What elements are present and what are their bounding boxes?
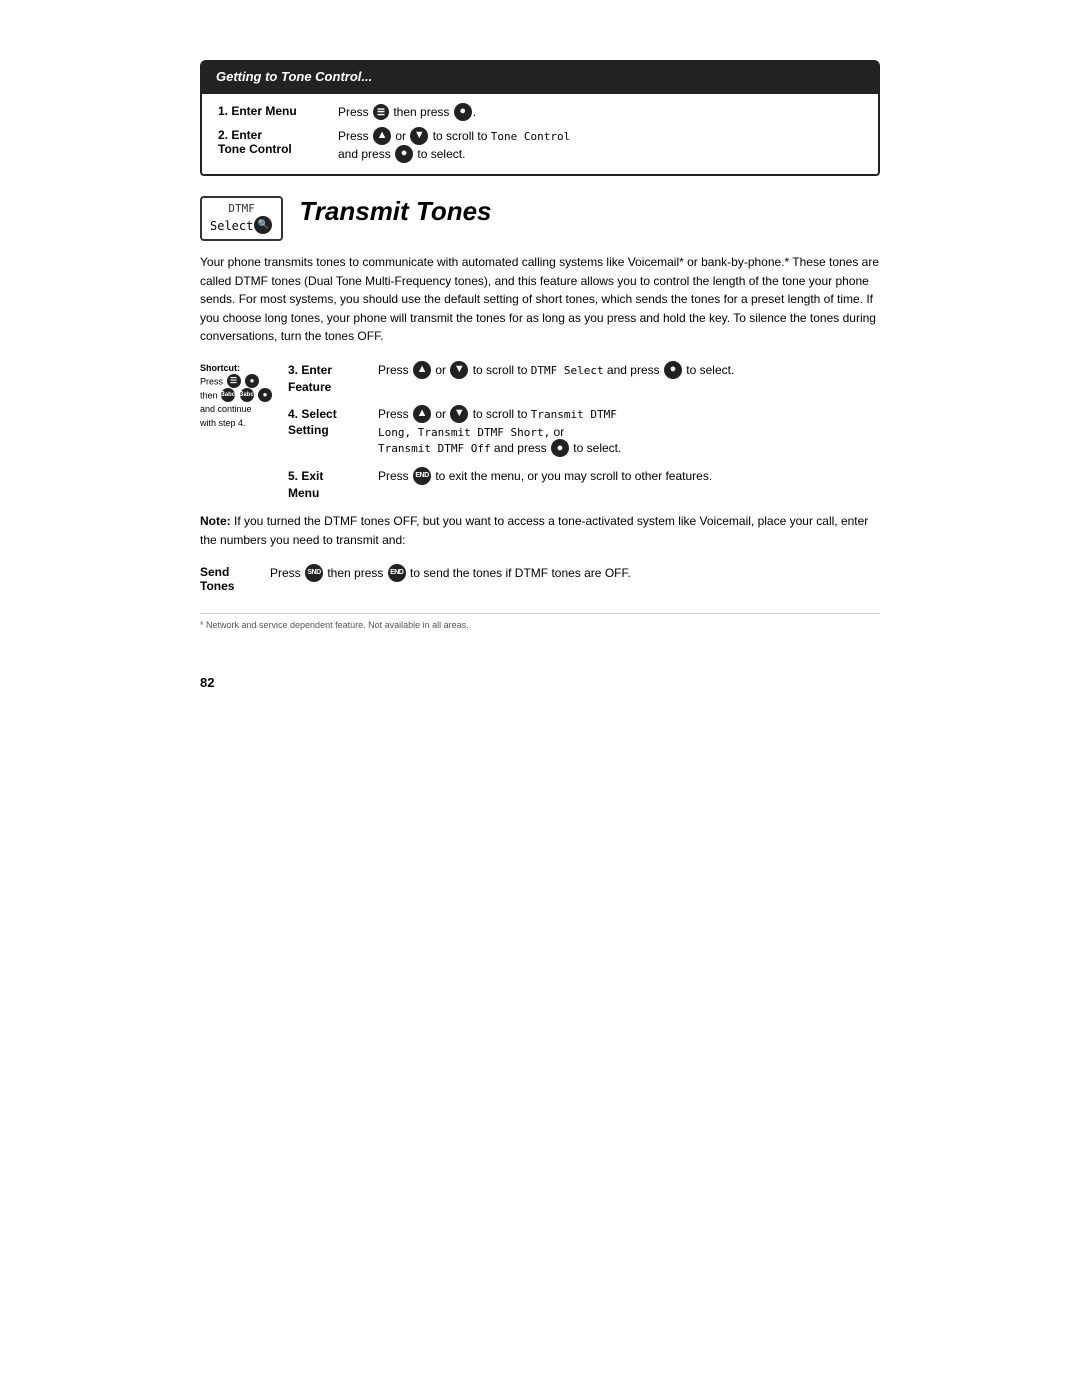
shortcut-line3: and continue — [200, 403, 280, 417]
shortcut-steps-area: Shortcut: Press ☰ ● then 3abc 3abc ● and… — [200, 362, 880, 512]
shortcut-line4: with step 4. — [200, 417, 280, 431]
send-content: Press SND then press END to send the ton… — [270, 565, 880, 583]
dtmf-select-row: Select 🔍 — [210, 217, 273, 235]
step-3-row: 3. EnterFeature Press ▲ or ▼ to scroll t… — [288, 362, 880, 396]
down-icon: ▼ — [410, 127, 428, 145]
send-end-icon: END — [388, 564, 406, 582]
menu-icon: ☰ — [373, 104, 389, 120]
step5-end-icon: END — [413, 467, 431, 485]
step3-down-icon: ▼ — [450, 361, 468, 379]
shortcut-3b-icon: 3abc — [240, 388, 254, 402]
getting-step-2-label: 2. EnterTone Control — [218, 128, 338, 156]
send-label: SendTones — [200, 565, 270, 593]
shortcut-menu-icon: ☰ — [227, 374, 241, 388]
dtmf-label: DTMF — [210, 202, 273, 215]
getting-step-1: 1. Enter Menu Press ☰ then press ●. — [218, 104, 862, 122]
step3-ok-icon: ● — [664, 361, 682, 379]
page-number: 82 — [200, 675, 214, 690]
dtmf-box: DTMF Select 🔍 — [200, 196, 283, 241]
shortcut-line1: Press ☰ ● — [200, 375, 280, 389]
shortcut-line2: then 3abc 3abc ● — [200, 389, 280, 403]
getting-to-box: Getting to Tone Control... 1. Enter Menu… — [200, 60, 880, 176]
send-icon: SND — [305, 564, 323, 582]
up-icon: ▲ — [373, 127, 391, 145]
dtmf-select-label: Select — [210, 219, 253, 233]
getting-step-2: 2. EnterTone Control Press ▲ or ▼ to scr… — [218, 128, 862, 164]
section-header: DTMF Select 🔍 Transmit Tones — [200, 196, 880, 241]
step-3-content: Press ▲ or ▼ to scroll to DTMF Select an… — [378, 362, 880, 380]
body-text: Your phone transmits tones to communicat… — [200, 253, 880, 346]
steps-area: 3. EnterFeature Press ▲ or ▼ to scroll t… — [288, 362, 880, 512]
ok-icon-1: ● — [454, 103, 472, 121]
getting-step-1-label: 1. Enter Menu — [218, 104, 338, 118]
dtmf-search-icon: 🔍 — [254, 216, 272, 234]
step-4-content: Press ▲ or ▼ to scroll to Transmit DTMFL… — [378, 406, 880, 459]
section-title: Transmit Tones — [299, 196, 880, 227]
step-5-row: 5. ExitMenu Press END to exit the menu, … — [288, 468, 880, 502]
shortcut-ok2-icon: ● — [258, 388, 272, 402]
note-text: Note: If you turned the DTMF tones OFF, … — [200, 512, 880, 549]
getting-step-2-desc: Press ▲ or ▼ to scroll to Tone Controlan… — [338, 128, 862, 164]
shortcut-3a-icon: 3abc — [221, 388, 235, 402]
page-content: Getting to Tone Control... 1. Enter Menu… — [200, 60, 880, 630]
getting-step-1-desc: Press ☰ then press ●. — [338, 104, 862, 122]
step-3-label: 3. EnterFeature — [288, 362, 378, 396]
shortcut-ok-icon: ● — [245, 374, 259, 388]
step4-ok-icon: ● — [551, 439, 569, 457]
step-4-label: 4. SelectSetting — [288, 406, 378, 440]
ok-icon-2: ● — [395, 145, 413, 163]
step-5-label: 5. ExitMenu — [288, 468, 378, 502]
send-tones-row: SendTones Press SND then press END to se… — [200, 565, 880, 593]
shortcut-label: Shortcut: — [200, 362, 280, 376]
getting-box-title: Getting to Tone Control... — [216, 69, 372, 84]
getting-table: 1. Enter Menu Press ☰ then press ●. 2. E… — [200, 94, 880, 176]
step3-up-icon: ▲ — [413, 361, 431, 379]
step4-down-icon: ▼ — [450, 405, 468, 423]
step-4-row: 4. SelectSetting Press ▲ or ▼ to scroll … — [288, 406, 880, 459]
step-5-content: Press END to exit the menu, or you may s… — [378, 468, 880, 486]
step4-up-icon: ▲ — [413, 405, 431, 423]
footnote: * Network and service dependent feature.… — [200, 613, 880, 630]
shortcut-box: Shortcut: Press ☰ ● then 3abc 3abc ● and… — [200, 362, 280, 431]
getting-box-header: Getting to Tone Control... — [200, 60, 880, 94]
